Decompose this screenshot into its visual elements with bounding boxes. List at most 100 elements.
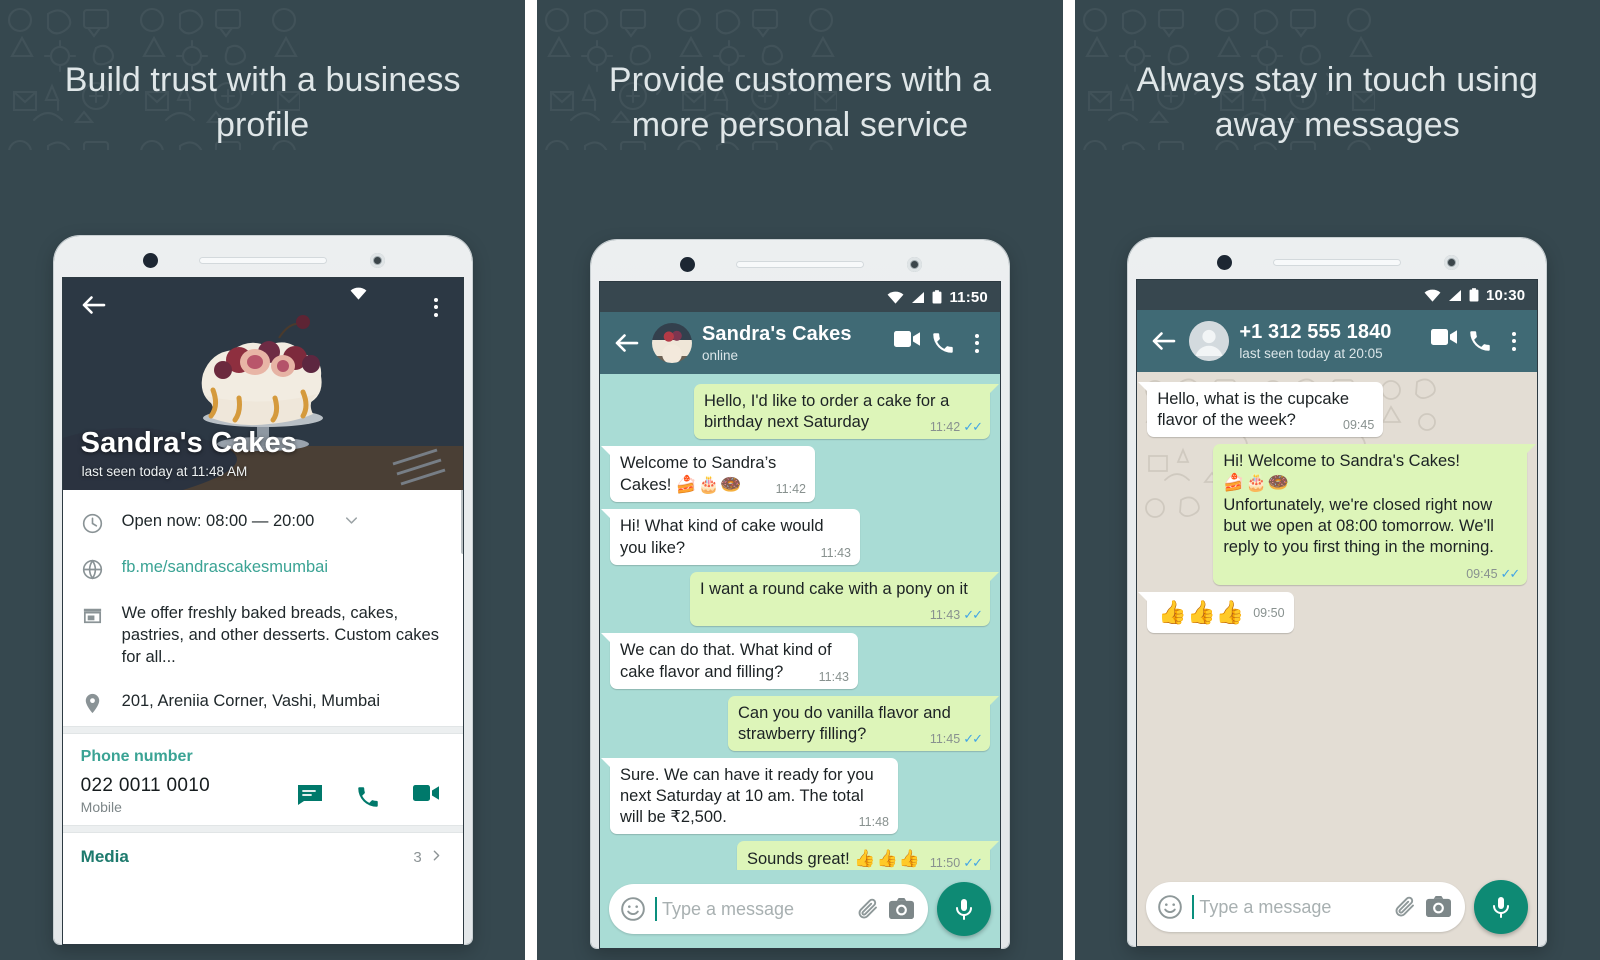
message-bubble[interactable]: Sure. We can have it ready for you next … — [600, 757, 898, 835]
chevron-right-icon — [428, 847, 445, 868]
message-meta: 09:45 — [1343, 417, 1374, 433]
message-meta: 09:45 ✓✓ — [1466, 566, 1520, 583]
microphone-icon[interactable] — [1474, 880, 1529, 934]
phone-mockup-1: 11:50 Sandra's Cakes last seen today at … — [53, 236, 472, 944]
chevron-down-icon[interactable] — [342, 511, 361, 535]
camera-icon[interactable] — [888, 897, 914, 921]
phone-number-row[interactable]: 022 0011 0010 Mobile — [81, 775, 445, 815]
back-arrow-icon[interactable] — [79, 290, 109, 325]
media-count: 3 — [413, 848, 422, 866]
kebab-menu-icon[interactable] — [425, 297, 447, 317]
message-bubble[interactable]: Hello, I'd like to order a cake for a bi… — [693, 384, 999, 440]
avatar[interactable] — [651, 323, 692, 363]
message-bubble[interactable]: We can do that. What kind of cake flavor… — [600, 633, 858, 689]
message-meta: 11:42 — [776, 481, 806, 497]
kebab-menu-icon[interactable] — [1503, 331, 1525, 351]
message-bubble[interactable]: Can you do vanilla flavor and strawberry… — [727, 695, 999, 751]
business-name: Sandra's Cakes — [80, 427, 297, 459]
message-bubble[interactable]: I want a round cake with a pony on it 11… — [689, 571, 999, 627]
message-text: Can you do vanilla flavor and strawberry… — [737, 703, 951, 743]
back-arrow-icon[interactable] — [612, 328, 642, 358]
message-bubble[interactable]: 👍👍👍 09:50 — [1138, 592, 1294, 633]
video-call-icon[interactable] — [412, 784, 439, 806]
phone-actions — [297, 784, 445, 807]
video-call-icon[interactable] — [1431, 328, 1458, 354]
message-meta: 11:42 ✓✓ — [930, 419, 983, 436]
store-icon — [81, 604, 104, 627]
message-bubble[interactable]: Hi! Welcome to Sandra's Cakes! 🍰🎂🍩 Unfor… — [1213, 444, 1537, 586]
search-input[interactable]: Type a message — [1199, 897, 1384, 918]
call-icon[interactable] — [1467, 328, 1493, 354]
avatar[interactable] — [1189, 321, 1230, 361]
message-input-box[interactable]: Type a message — [608, 884, 928, 934]
paperclip-icon[interactable] — [1393, 895, 1417, 919]
info-row-address[interactable]: 201, Areniia Corner, Vashi, Mumbai — [63, 680, 463, 726]
address-text: 201, Areniia Corner, Vashi, Mumbai — [121, 691, 380, 710]
chat-app-bar-2: Sandra's Cakes online — [599, 312, 1000, 374]
phone-mockup-3: 10:30 +1 312 555 1840 last seen today at… — [1128, 238, 1547, 946]
earpiece-speaker — [735, 261, 864, 268]
emoji-smiley-icon[interactable] — [1157, 894, 1183, 920]
message-bubble[interactable]: Welcome to Sandra’s Cakes! 🍰🎂🍩 11:42 — [600, 446, 815, 503]
chat-subtitle: last seen today at 20:05 — [1239, 345, 1383, 361]
promo-panel-2: Provide customers with a more personal s… — [537, 0, 1063, 960]
media-count-group: 3 — [413, 847, 444, 868]
volume-button[interactable] — [460, 488, 463, 554]
phone-bezel-top — [63, 244, 463, 278]
hours-text: Open now: 08:00 — 20:00 — [121, 512, 315, 530]
message-emoji: 🍰🎂🍩 — [675, 475, 743, 495]
kebab-menu-icon[interactable] — [966, 333, 988, 353]
search-input[interactable]: Type a message — [662, 899, 847, 920]
message-time: 11:43 — [818, 669, 849, 684]
paperclip-icon[interactable] — [856, 897, 880, 921]
message-time: 11:42 — [775, 482, 806, 497]
camera-icon[interactable] — [1426, 895, 1452, 919]
read-receipt-icon: ✓✓ — [963, 606, 983, 622]
chat-thread-3[interactable]: Hello, what is the cupcake flavor of the… — [1137, 372, 1538, 946]
info-row-hours[interactable]: Open now: 08:00 — 20:00 — [63, 500, 463, 546]
panel-1-heading: Build trust with a business profile — [64, 61, 461, 144]
battery-icon — [932, 290, 942, 304]
front-camera-icon — [142, 253, 158, 268]
proximity-sensor-icon — [1444, 255, 1460, 270]
message-icon[interactable] — [297, 784, 323, 806]
panel-3-heading: Always stay in touch using away messages — [1136, 61, 1538, 144]
chat-title: +1 312 555 1840 — [1239, 321, 1392, 344]
microphone-icon[interactable] — [936, 882, 991, 936]
video-call-icon[interactable] — [893, 330, 920, 356]
media-row[interactable]: Media 3 — [63, 833, 463, 882]
message-bubble[interactable]: Hello, what is the cupcake flavor of the… — [1138, 382, 1384, 438]
chat-subtitle: online — [701, 347, 739, 363]
message-text: Hi! Welcome to Sandra's Cakes! — [1223, 452, 1461, 471]
message-input-box[interactable]: Type a message — [1146, 882, 1466, 932]
message-emoji: 🍰🎂🍩 — [1223, 473, 1290, 493]
emoji-smiley-icon[interactable] — [620, 896, 646, 922]
call-icon[interactable] — [930, 330, 956, 356]
front-camera-icon — [1217, 255, 1233, 270]
clock-icon — [81, 512, 104, 535]
business-info-list: Open now: 08:00 — 20:00 fb.me/sandrascak… — [62, 490, 463, 882]
message-time: 11:45 — [929, 731, 961, 746]
message-bubble[interactable]: Hi! What kind of cake would you like? 11… — [600, 509, 860, 565]
chat-titles[interactable]: +1 312 555 1840 last seen today at 20:05 — [1239, 321, 1421, 361]
panel-2-heading: Provide customers with a more personal s… — [608, 61, 992, 144]
message-text: Hello, what is the cupcake flavor of the… — [1157, 390, 1349, 430]
info-row-description[interactable]: We offer freshly baked breads, cakes, pa… — [63, 592, 463, 680]
website-link[interactable]: fb.me/sandrascakesmumbai — [122, 557, 328, 579]
phone-screen-2: 11:50 Sandra's Cakes online Hello, I'd l… — [599, 282, 1000, 948]
chat-thread-2[interactable]: Hello, I'd like to order a cake for a bi… — [599, 374, 1000, 948]
message-input-bar-3: Type a message — [1137, 868, 1537, 946]
info-row-website[interactable]: fb.me/sandrascakesmumbai — [63, 546, 463, 592]
phone-screen-1: 11:50 Sandra's Cakes last seen today at … — [62, 278, 463, 944]
phone-bezel-top-3 — [1137, 246, 1537, 280]
message-text-2: Unfortunately, we're closed right now bu… — [1223, 496, 1494, 557]
read-receipt-icon: ✓✓ — [963, 419, 983, 435]
call-icon[interactable] — [355, 784, 381, 807]
back-arrow-icon[interactable] — [1149, 326, 1179, 356]
promo-panel-1: Build trust with a business profile Sand… — [0, 0, 526, 960]
signal-icon — [1447, 289, 1462, 302]
signal-icon — [910, 291, 925, 304]
wifi-icon — [1424, 289, 1441, 302]
message-time: 09:50 — [1253, 606, 1285, 621]
chat-titles[interactable]: Sandra's Cakes online — [702, 323, 884, 363]
